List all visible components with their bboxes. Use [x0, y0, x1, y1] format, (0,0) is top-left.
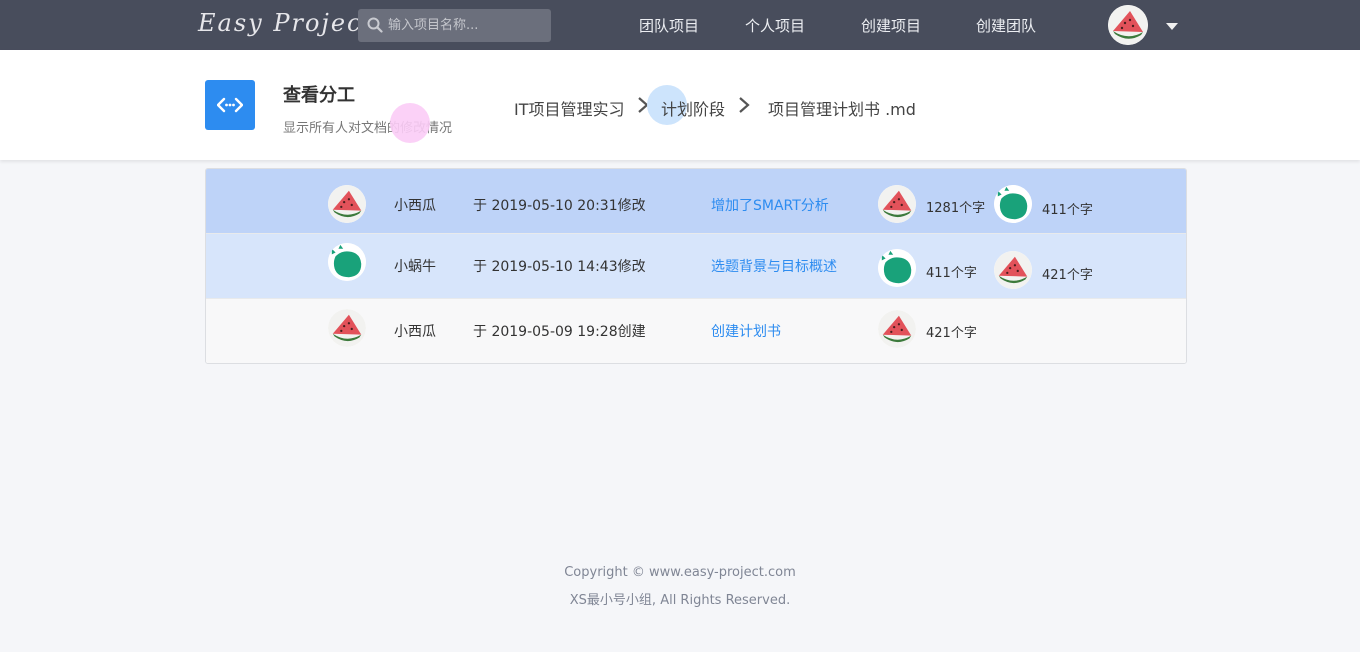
table-row[interactable]: 小西瓜 于 2019-05-09 19:28创建 创建计划书 421个字 — [206, 299, 1186, 363]
edit-message-link[interactable]: 增加了SMART分析 — [711, 195, 829, 215]
page-title: 查看分工 — [283, 85, 355, 106]
edit-history-table: 小西瓜 于 2019-05-10 20:31修改 增加了SMART分析 1281… — [205, 168, 1187, 364]
watermelon-avatar-icon — [328, 185, 366, 223]
watermelon-avatar-icon — [328, 309, 366, 347]
search-input[interactable] — [388, 9, 543, 42]
green-snail-avatar-icon — [328, 243, 366, 281]
editor-name: 小西瓜 — [394, 324, 436, 340]
table-row[interactable]: 小西瓜 于 2019-05-10 20:31修改 增加了SMART分析 1281… — [206, 169, 1186, 234]
edit-time: 于 2019-05-10 14:43修改 — [473, 259, 646, 275]
word-count: 421个字 — [1042, 268, 1093, 283]
green-snail-avatar-icon — [994, 185, 1032, 223]
app-logo[interactable]: Easy Project — [198, 9, 374, 37]
breadcrumb-project[interactable]: IT项目管理实习 — [514, 96, 625, 120]
word-count: 411个字 — [926, 266, 977, 281]
edit-time: 于 2019-05-10 20:31修改 — [473, 198, 646, 214]
table-row[interactable]: 小蜗牛 于 2019-05-10 14:43修改 选题背景与目标概述 411个字… — [206, 234, 1186, 299]
watermelon-avatar-icon — [878, 310, 916, 348]
green-snail-avatar-icon — [878, 249, 916, 287]
edit-message-link[interactable]: 创建计划书 — [711, 321, 781, 341]
code-icon — [205, 80, 255, 130]
chevron-right-icon — [739, 97, 750, 113]
nav-team-projects[interactable]: 团队项目 — [639, 15, 699, 36]
breadcrumb-stage[interactable]: 计划阶段 — [661, 96, 725, 120]
search-box[interactable] — [358, 9, 551, 42]
word-count: 421个字 — [926, 326, 977, 341]
footer-copyright: Copyright © www.easy-project.com — [564, 565, 796, 580]
page-header: 查看分工 显示所有人对文档的修改情况 IT项目管理实习 计划阶段 项目管理计划书… — [0, 50, 1360, 160]
edit-time: 于 2019-05-09 19:28创建 — [473, 324, 646, 340]
footer-rights: XS最小号小组, All Rights Reserved. — [569, 593, 791, 608]
editor-name: 小西瓜 — [394, 198, 436, 214]
breadcrumb-document: 项目管理计划书 .md — [768, 100, 916, 119]
editor-name: 小蜗牛 — [394, 259, 436, 275]
word-count: 411个字 — [1042, 203, 1093, 218]
watermelon-avatar-icon — [878, 185, 916, 223]
nav-create-team[interactable]: 创建团队 — [976, 15, 1036, 36]
user-avatar[interactable] — [1108, 5, 1148, 45]
decor-bubble — [390, 103, 430, 143]
nav-create-project[interactable]: 创建项目 — [861, 15, 921, 36]
chevron-down-icon[interactable] — [1166, 23, 1178, 30]
search-icon — [367, 17, 383, 33]
watermelon-avatar-icon — [994, 251, 1032, 289]
watermelon-avatar-icon — [1108, 5, 1148, 45]
top-navbar: Easy Project 团队项目 个人项目 创建项目 创建团队 — [0, 0, 1360, 50]
nav-personal-projects[interactable]: 个人项目 — [745, 15, 805, 36]
edit-message-link[interactable]: 选题背景与目标概述 — [711, 256, 837, 276]
word-count: 1281个字 — [926, 201, 986, 216]
